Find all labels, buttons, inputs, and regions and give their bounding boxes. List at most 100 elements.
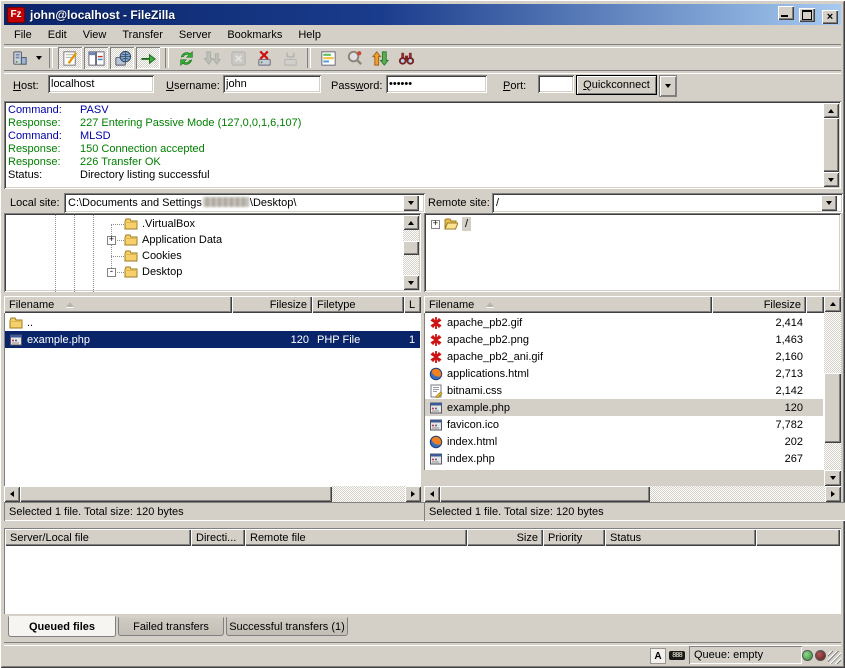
local-tree-item[interactable]: Application Data bbox=[124, 232, 403, 248]
tab-failed-transfers[interactable]: Failed transfers bbox=[118, 617, 224, 636]
tree-guide-line bbox=[111, 224, 124, 225]
queue-size-panel: Queue: empty bbox=[689, 646, 802, 664]
remote-scroll-right-button[interactable] bbox=[825, 486, 841, 502]
remote-scroll-left-button[interactable] bbox=[424, 486, 440, 502]
remote-file-row[interactable]: applications.html2,713 bbox=[425, 365, 823, 382]
local-site-combo-arrow[interactable] bbox=[403, 195, 419, 211]
cancel-operation-button[interactable] bbox=[226, 47, 250, 69]
remote-file-row[interactable]: favicon.ico7,782 bbox=[425, 416, 823, 433]
menu-help[interactable]: Help bbox=[290, 27, 329, 43]
column-header-directi-[interactable]: Directi... bbox=[191, 529, 245, 546]
remote-tree-item[interactable]: / bbox=[444, 216, 841, 232]
local-file-row[interactable]: example.php120PHP File1 bbox=[5, 331, 420, 348]
tree-guide-line bbox=[111, 256, 124, 257]
username-input[interactable] bbox=[223, 75, 321, 93]
ascii-transfer-type-icon[interactable]: A bbox=[650, 648, 666, 664]
toggle-remote-tree-button[interactable] bbox=[110, 47, 134, 69]
reconnect-button[interactable] bbox=[278, 47, 302, 69]
disconnect-button[interactable] bbox=[252, 47, 276, 69]
local-tree-scroll-down-button[interactable] bbox=[403, 275, 419, 290]
column-header-filename[interactable]: Filename bbox=[4, 296, 232, 313]
menu-view[interactable]: View bbox=[75, 27, 115, 43]
speed-limits-icon[interactable]: 888 bbox=[669, 651, 685, 660]
column-header-filename[interactable]: Filename bbox=[424, 296, 712, 313]
tree-guide-line bbox=[55, 213, 56, 292]
quickconnect-dropdown-button[interactable] bbox=[659, 75, 677, 97]
refresh-button[interactable] bbox=[174, 47, 198, 69]
quickconnect-button[interactable]: Quickconnect bbox=[576, 75, 657, 95]
column-header-spacer[interactable] bbox=[806, 296, 824, 313]
remote-file-row[interactable]: index.php267 bbox=[425, 450, 823, 467]
site-manager-dropdown-button[interactable] bbox=[32, 47, 45, 69]
local-file-row[interactable]: .. bbox=[5, 314, 420, 331]
local-scroll-right-button[interactable] bbox=[405, 486, 421, 502]
menu-bookmarks[interactable]: Bookmarks bbox=[219, 27, 290, 43]
remote-site-combo[interactable]: / bbox=[492, 193, 843, 213]
local-tree-scrollbar-thumb[interactable] bbox=[403, 241, 419, 255]
remote-file-row[interactable]: apache_pb2.gif2,414 bbox=[425, 314, 823, 331]
password-label: Password: bbox=[331, 80, 382, 92]
remote-site-combo-arrow[interactable] bbox=[821, 195, 837, 211]
remote-file-row[interactable]: apache_pb2.png1,463 bbox=[425, 331, 823, 348]
remote-file-row[interactable]: example.php120 bbox=[425, 399, 823, 416]
css-file-icon bbox=[429, 384, 443, 398]
remote-vscrollbar-thumb[interactable] bbox=[824, 373, 841, 443]
menu-server[interactable]: Server bbox=[171, 27, 219, 43]
local-tree-scroll-up-button[interactable] bbox=[403, 215, 419, 230]
remote-file-row[interactable]: index.html202 bbox=[425, 433, 823, 450]
column-header-size[interactable]: Size bbox=[467, 529, 543, 546]
close-button[interactable]: × bbox=[822, 10, 838, 24]
resize-grip[interactable] bbox=[828, 651, 841, 664]
menu-file[interactable]: File bbox=[6, 27, 40, 43]
tab-queued-files[interactable]: Queued files bbox=[8, 616, 116, 637]
remote-scroll-down-button[interactable] bbox=[824, 470, 841, 486]
column-header-l[interactable]: L bbox=[404, 296, 421, 313]
remote-hscrollbar-thumb[interactable] bbox=[440, 486, 650, 502]
log-scrollbar-thumb[interactable] bbox=[823, 118, 839, 172]
tree-expand-icon[interactable]: + bbox=[431, 220, 440, 229]
column-header-spacer[interactable] bbox=[756, 529, 840, 546]
process-queue-button[interactable] bbox=[200, 47, 224, 69]
local-tree-item[interactable]: .VirtualBox bbox=[124, 216, 403, 232]
php-file-icon bbox=[429, 452, 443, 466]
column-header-remote-file[interactable]: Remote file bbox=[245, 529, 467, 546]
host-input[interactable] bbox=[48, 75, 154, 93]
site-manager-button[interactable] bbox=[7, 47, 31, 69]
port-input[interactable] bbox=[538, 75, 574, 93]
minimize-button[interactable] bbox=[778, 6, 794, 20]
directory-filter-button[interactable] bbox=[316, 47, 340, 69]
log-scroll-up-button[interactable] bbox=[823, 103, 839, 118]
remote-hscrollbar bbox=[424, 486, 841, 502]
directory-comparison-button[interactable] bbox=[342, 47, 366, 69]
tab-successful-transfers-1[interactable]: Successful transfers (1) bbox=[226, 617, 348, 636]
menu-transfer[interactable]: Transfer bbox=[114, 27, 171, 43]
local-scroll-left-button[interactable] bbox=[4, 486, 20, 502]
remote-file-row[interactable]: apache_pb2_ani.gif2,160 bbox=[425, 348, 823, 365]
column-header-status[interactable]: Status bbox=[605, 529, 756, 546]
remote-file-row[interactable]: bitnami.css2,142 bbox=[425, 382, 823, 399]
local-path: C:\Documents and Settings\Desktop\ bbox=[68, 197, 296, 209]
toggle-local-tree-button[interactable] bbox=[84, 47, 108, 69]
find-files-button[interactable] bbox=[394, 47, 418, 69]
maximize-button[interactable] bbox=[799, 8, 815, 22]
column-header-priority[interactable]: Priority bbox=[543, 529, 605, 546]
column-header-server-local-file[interactable]: Server/Local file bbox=[5, 529, 191, 546]
column-header-filesize[interactable]: Filesize bbox=[232, 296, 312, 313]
tree-collapse-icon[interactable]: - bbox=[107, 268, 116, 277]
local-tree-item[interactable]: Cookies bbox=[124, 248, 403, 264]
column-header-filesize[interactable]: Filesize bbox=[712, 296, 806, 313]
local-tree-item[interactable]: Desktop bbox=[124, 264, 403, 280]
password-input[interactable] bbox=[386, 75, 487, 93]
local-site-combo[interactable]: C:\Documents and Settings\Desktop\ bbox=[64, 193, 425, 213]
remote-scroll-up-button[interactable] bbox=[824, 296, 841, 312]
menu-edit[interactable]: Edit bbox=[40, 27, 75, 43]
column-header-filetype[interactable]: Filetype bbox=[312, 296, 404, 313]
php-file-icon bbox=[9, 333, 23, 347]
log-scroll-down-button[interactable] bbox=[823, 172, 839, 187]
toggle-queue-button[interactable] bbox=[136, 47, 160, 69]
remote-path: / bbox=[496, 197, 499, 209]
toggle-message-log-button[interactable] bbox=[58, 47, 82, 69]
tree-expand-icon[interactable]: + bbox=[107, 236, 116, 245]
synchronized-browsing-button[interactable] bbox=[368, 47, 392, 69]
local-hscrollbar-thumb[interactable] bbox=[20, 486, 332, 502]
